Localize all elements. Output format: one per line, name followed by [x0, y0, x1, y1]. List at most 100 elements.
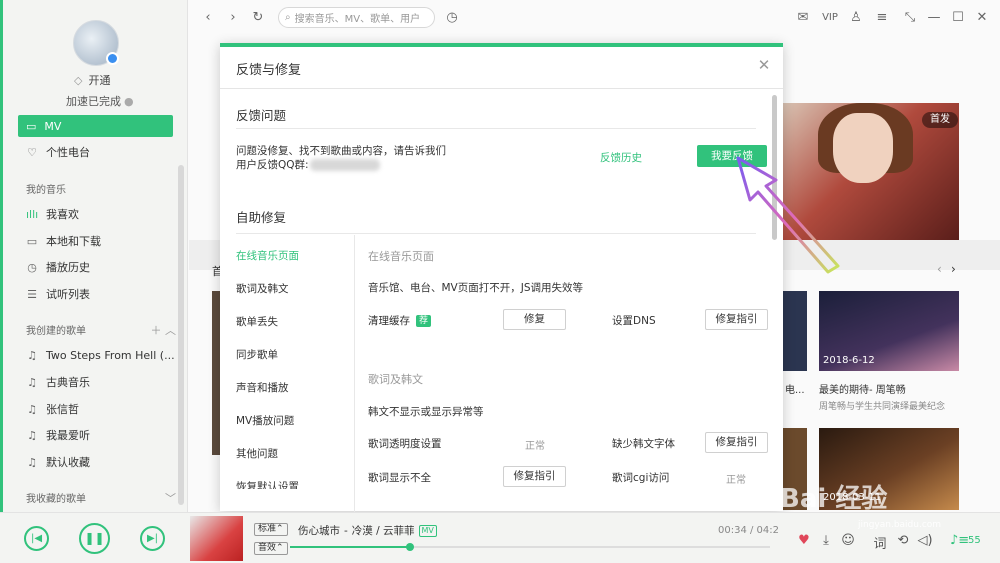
clock-icon: ◷ [27, 260, 37, 274]
mv-tag[interactable]: MV [418, 524, 437, 537]
top-bar: ‹ › ↻ ⌕ 搜索音乐、MV、歌单、用户 ◷ ✉ VIP ♙ ≡ ⤡ — ☐ … [189, 0, 1000, 37]
player-bar: |◀ ❚❚ ▶| 标准⌃ 音效⌃ 伤心城市 - 冷漠 / 云菲菲 MV 00:3… [0, 512, 1000, 563]
next-page-icon[interactable]: › [951, 262, 956, 276]
equalizer-icon: ıllı [26, 207, 39, 221]
close-icon[interactable]: ✕ [756, 57, 772, 73]
sidebar-item-liked[interactable]: ıllı 我喜欢 [26, 205, 176, 223]
playlist-item[interactable]: ♫ 张信哲 [26, 400, 176, 418]
sidebar-item-radio[interactable]: ♡ 个性电台 [26, 143, 176, 161]
qq-group-redacted [310, 159, 380, 171]
menu-item-mv[interactable]: MV播放问题 [236, 413, 346, 428]
add-playlist-icon[interactable]: ＋ [151, 324, 162, 337]
dns-label: 设置DNS [612, 315, 656, 327]
download-icon[interactable]: ⤓ [818, 533, 834, 548]
mv-tile-caption[interactable]: 最美的期待- 周笔畅 [819, 381, 906, 396]
speed-status-label: 加速已完成 [66, 95, 121, 108]
pause-icon[interactable]: ❚❚ [79, 523, 110, 554]
menu-item-online[interactable]: 在线音乐页面 [236, 248, 346, 263]
playlist-item[interactable]: ♫ 默认收藏 [26, 453, 176, 471]
sidebar-item-trial[interactable]: ☰ 试听列表 [26, 285, 176, 303]
repair-cache-button[interactable]: 修复 [503, 309, 566, 330]
dialog-divider [220, 88, 783, 89]
menu-item-other[interactable]: 其他问题 [236, 446, 346, 461]
note-icon: ♫ [27, 348, 37, 362]
previous-track-icon[interactable]: |◀ [24, 526, 49, 551]
sidebar-scrollbar[interactable] [178, 165, 184, 505]
lyrics-opacity-label: 歌词透明度设置 [368, 438, 442, 450]
divider [236, 128, 756, 129]
close-window-icon[interactable]: ✕ [973, 9, 991, 27]
menu-item-sync[interactable]: 同步歌单 [236, 347, 346, 362]
note-icon: ♫ [27, 455, 37, 469]
refresh-icon[interactable]: ↻ [249, 9, 267, 27]
forward-icon[interactable]: › [224, 9, 242, 27]
lyrics-button[interactable]: 词 [872, 533, 888, 552]
baidu-watermark: Bai 经验 [780, 484, 888, 514]
menu-item-playlist-lost[interactable]: 歌单丢失 [236, 314, 346, 329]
divider [236, 233, 756, 234]
playlist-icon[interactable]: ♪≡ [950, 533, 969, 548]
dialog-title: 反馈与修复 [236, 63, 302, 78]
minimize-icon[interactable]: — [925, 9, 943, 27]
playlist-item[interactable]: ♫ Two Steps From Hell (... [26, 346, 176, 364]
playlist-label: 古典音乐 [46, 376, 90, 389]
maximize-icon[interactable]: ☐ [949, 9, 967, 27]
heart-radio-icon: ♡ [27, 145, 37, 159]
sidebar-item-label: 本地和下载 [46, 235, 101, 248]
diamond-icon: ◇ [74, 73, 83, 87]
album-cover[interactable] [190, 516, 243, 561]
sound-effect-selector[interactable]: 音效⌃ [254, 542, 288, 555]
song-title[interactable]: 伤心城市 [298, 523, 340, 538]
lyrics-incomplete-guide-button[interactable]: 修复指引 [503, 466, 566, 487]
sidebar-item-mv[interactable]: ▭ MV [18, 115, 173, 137]
playlist-item[interactable]: ♫ 我最爱听 [26, 426, 176, 444]
list-icon: ☰ [27, 287, 37, 301]
quality-selector[interactable]: 标准⌃ [254, 523, 288, 536]
like-heart-icon[interactable]: ♥ [796, 533, 812, 548]
search-input[interactable]: ⌕ 搜索音乐、MV、歌单、用户 [278, 7, 435, 28]
recognize-icon[interactable]: ◷ [443, 9, 461, 27]
expand-icon[interactable]: ﹀ [165, 490, 176, 505]
skin-icon[interactable]: ♙ [847, 9, 865, 27]
feedback-line-1: 问题没修复、找不到歌曲或内容，请告诉我们 [236, 145, 446, 157]
next-track-icon[interactable]: ▶| [140, 526, 165, 551]
my-music-title: 我的音乐 [26, 185, 66, 196]
playlist-label: 张信哲 [46, 403, 79, 416]
lyrics-opacity-status: 正常 [525, 441, 545, 452]
online-section-title: 在线音乐页面 [368, 250, 434, 263]
playlist-item[interactable]: ♫ 古典音乐 [26, 373, 176, 391]
collapse-icon[interactable]: ︿ [165, 324, 176, 337]
speed-check-icon: ● [124, 94, 134, 108]
repeat-icon[interactable]: ⟲ [895, 533, 911, 548]
menu-icon[interactable]: ≡ [873, 9, 891, 27]
vip-link[interactable]: VIP [819, 9, 841, 27]
menu-item-reset[interactable]: 恢复默认设置 [236, 479, 346, 489]
mini-mode-icon[interactable]: ⤡ [901, 9, 919, 27]
comment-icon[interactable]: ☺ [840, 533, 856, 548]
mv-tile-left[interactable] [783, 291, 807, 371]
progress-knob[interactable] [406, 543, 414, 551]
dns-guide-button[interactable]: 修复指引 [705, 309, 768, 330]
mail-icon[interactable]: ✉ [794, 9, 812, 27]
created-playlists-header: 我创建的歌单 ＋ ︿ [26, 322, 176, 337]
note-icon: ♫ [27, 428, 37, 442]
feedback-repair-dialog: 反馈与修复 ✕ 反馈问题 问题没修复、找不到歌曲或内容，请告诉我们 用户反馈QQ… [220, 43, 783, 515]
annotation-arrow [736, 156, 840, 274]
lyrics-cgi-label: 歌词cgi访问 [612, 472, 670, 484]
feedback-history-link[interactable]: 反馈历史 [600, 150, 642, 165]
menu-item-lyrics[interactable]: 歌词及韩文 [236, 281, 346, 296]
progress-bar[interactable] [290, 543, 770, 551]
volume-icon[interactable]: ◁) [917, 533, 933, 548]
sidebar-item-local[interactable]: ▭ 本地和下载 [26, 232, 176, 250]
korean-font-guide-button[interactable]: 修复指引 [705, 432, 768, 453]
prev-page-icon[interactable]: ‹ [937, 262, 942, 276]
mv-tile-caption-left: 电... [785, 385, 805, 396]
vip-open[interactable]: ◇ 开通 [74, 73, 134, 88]
clear-cache-label: 清理缓存 [368, 315, 410, 327]
sidebar: ◇ 开通 加速已完成 ● ▭ MV ♡ 个性电台 我的音乐 ıllı 我喜欢 ▭… [0, 0, 188, 512]
lyrics-section-title: 歌词及韩文 [368, 373, 423, 386]
sidebar-item-history[interactable]: ◷ 播放历史 [26, 258, 176, 276]
back-icon[interactable]: ‹ [199, 9, 217, 27]
artist-name[interactable]: 冷漠 / 云菲菲 [352, 523, 415, 538]
menu-item-sound[interactable]: 声音和播放 [236, 380, 346, 395]
